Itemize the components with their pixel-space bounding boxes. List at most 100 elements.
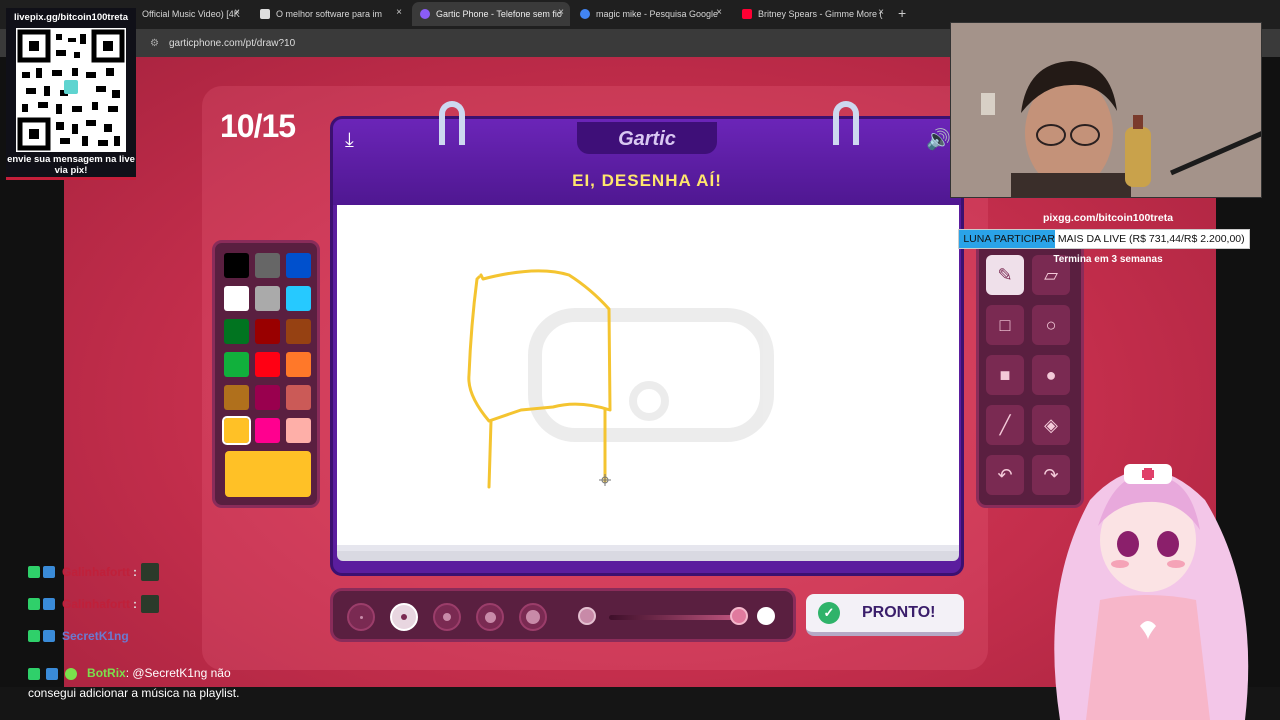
bot-text: : @SecretK1ng não xyxy=(125,666,231,680)
close-tab-icon[interactable]: × xyxy=(396,7,402,18)
brush-size-2[interactable] xyxy=(390,603,418,631)
color-swatch[interactable] xyxy=(224,352,249,377)
browser-tab[interactable]: Britney Spears - Gimme More ( × xyxy=(734,2,890,26)
circle-filled-icon[interactable]: ● xyxy=(1032,355,1070,395)
color-swatch[interactable] xyxy=(224,253,249,278)
chat-username: Galinhafortt xyxy=(62,597,130,611)
color-swatch[interactable] xyxy=(224,385,249,410)
brush-size-4[interactable] xyxy=(476,603,504,631)
bot-message-continued: consegui adicionar a música na playlist. xyxy=(28,686,240,700)
square-filled-icon[interactable]: ■ xyxy=(986,355,1024,395)
brush-size-1[interactable] xyxy=(347,603,375,631)
kick-badge-icon xyxy=(28,598,40,610)
donation-time: Termina em 3 semanas xyxy=(1053,254,1163,265)
sound-icon[interactable]: 🔊 xyxy=(926,127,951,152)
board-header: Gartic EI, DESENHA AÍ! ⤓ 🔊 xyxy=(333,119,961,205)
color-swatch[interactable] xyxy=(224,286,249,311)
qr-code-graphic xyxy=(17,29,125,151)
drawing-canvas[interactable] xyxy=(337,205,959,551)
chat-message: Galinhafortt : xyxy=(28,556,159,588)
line-icon[interactable]: ╱ xyxy=(986,405,1024,445)
ready-button[interactable]: ✓ PRONTO! xyxy=(806,594,964,636)
color-swatch[interactable] xyxy=(222,416,251,445)
opacity-max-icon xyxy=(757,607,775,625)
brush-size-3[interactable] xyxy=(433,603,461,631)
browser-tab[interactable]: Official Music Video) [4K × xyxy=(134,2,246,26)
close-tab-icon[interactable]: × xyxy=(716,7,722,18)
emote-icon xyxy=(141,563,159,581)
brush-dot-icon xyxy=(484,611,496,623)
color-palette xyxy=(212,240,320,508)
close-tab-icon[interactable]: × xyxy=(878,7,884,18)
brush-dot-icon xyxy=(401,614,407,620)
gartic-favicon-icon xyxy=(420,9,430,19)
verified-badge-icon xyxy=(46,667,59,680)
crosshair-cursor-icon xyxy=(599,474,611,486)
new-tab-button[interactable]: + xyxy=(898,5,906,21)
color-swatch[interactable] xyxy=(286,418,311,443)
color-swatch[interactable] xyxy=(286,286,311,311)
brush-size-5[interactable] xyxy=(519,603,547,631)
tab-title: Britney Spears - Gimme More ( xyxy=(758,9,883,19)
vtuber-avatar xyxy=(1054,464,1249,720)
binder-ring-icon xyxy=(439,101,465,145)
donation-text: LUNA PARTICIPAR MAIS DA LIVE (R$ 731,44/… xyxy=(963,233,1245,245)
color-swatch[interactable] xyxy=(255,286,280,311)
round-counter: 10/15 xyxy=(220,108,296,144)
prompt-headline: EI, DESENHA AÍ! xyxy=(572,171,722,190)
brush-dot-icon xyxy=(359,615,363,619)
color-swatch[interactable] xyxy=(224,319,249,344)
kick-badge-icon xyxy=(28,566,40,578)
square-outline-icon[interactable]: □ xyxy=(986,305,1024,345)
address-bar[interactable]: ⚙ garticphone.com/pt/draw?10 xyxy=(150,34,940,52)
current-color-preview xyxy=(225,451,311,497)
qr-message: envie sua mensagem na live via pix! xyxy=(7,154,135,176)
bot-message: BotRix: @SecretK1ng não xyxy=(28,666,231,680)
donation-url: pixgg.com/bitcoin100treta xyxy=(1042,212,1174,224)
gartic-logo: Gartic xyxy=(618,128,676,150)
screen: Official Music Video) [4K × O melhor sof… xyxy=(0,0,1280,720)
color-swatch[interactable] xyxy=(286,319,311,344)
site-info-icon[interactable]: ⚙ xyxy=(150,38,159,49)
kick-badge-icon xyxy=(28,630,40,642)
logo-tab: Gartic xyxy=(577,122,717,154)
color-swatch[interactable] xyxy=(286,253,311,278)
chat-separator: : xyxy=(133,565,137,579)
chat-message: Galinhafortt : xyxy=(28,588,159,620)
close-tab-icon[interactable]: × xyxy=(558,7,564,18)
qr-code-icon xyxy=(16,28,126,152)
paper-edge xyxy=(337,551,959,561)
emote-icon xyxy=(141,595,159,613)
browser-tab[interactable]: magic mike - Pesquisa Google × xyxy=(572,2,728,26)
undo-icon[interactable]: ↶ xyxy=(986,455,1024,495)
color-swatch[interactable] xyxy=(286,352,311,377)
tab-title: magic mike - Pesquisa Google xyxy=(596,9,719,19)
color-swatch[interactable] xyxy=(255,319,280,344)
color-swatch[interactable] xyxy=(255,418,280,443)
browser-tab-active[interactable]: Gartic Phone - Telefone sem fio × xyxy=(412,2,570,26)
color-swatch[interactable] xyxy=(255,385,280,410)
color-swatch[interactable] xyxy=(255,352,280,377)
youtube-favicon-icon xyxy=(742,9,752,19)
webcam-person-image xyxy=(951,23,1261,197)
canvas-drawing xyxy=(467,269,774,489)
color-swatch[interactable] xyxy=(255,253,280,278)
chat-separator: : xyxy=(133,597,137,611)
browser-tab[interactable]: O melhor software para im × xyxy=(252,2,408,26)
bot-username: BotRix xyxy=(87,666,126,680)
download-icon[interactable]: ⤓ xyxy=(345,129,354,152)
circle-outline-icon[interactable]: ○ xyxy=(1032,305,1070,345)
chat-username: SecretK1ng xyxy=(62,629,129,643)
opacity-slider[interactable] xyxy=(609,615,739,620)
opacity-slider-handle[interactable] xyxy=(730,607,748,625)
brush-toolbar xyxy=(330,588,796,642)
fill-bucket-icon[interactable]: ◈ xyxy=(1032,405,1070,445)
google-favicon-icon xyxy=(580,9,590,19)
close-tab-icon[interactable]: × xyxy=(234,7,240,18)
color-swatch[interactable] xyxy=(286,385,311,410)
tab-title: O melhor software para im xyxy=(276,9,383,19)
tab-title: Gartic Phone - Telefone sem fio xyxy=(436,9,562,19)
stroke-yellow xyxy=(487,419,493,489)
kick-badge-icon xyxy=(28,667,40,680)
qr-title: livepix.gg/bitcoin100treta xyxy=(13,12,129,23)
